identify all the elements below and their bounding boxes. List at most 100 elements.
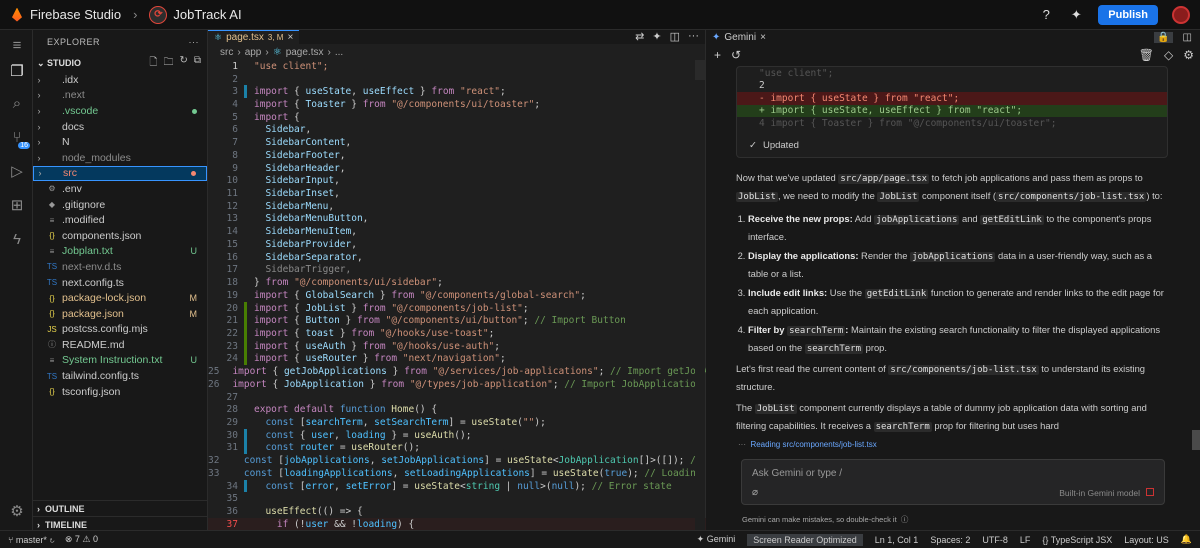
code-line[interactable]: 33 const [loadingApplications, setLoadin… xyxy=(208,467,706,480)
code-line[interactable]: 23 import { useAuth } from "@/hooks/use-a… xyxy=(208,339,706,353)
more-actions-icon[interactable]: ··· xyxy=(189,37,200,47)
project-logo-icon[interactable]: ⟳ xyxy=(149,5,168,24)
split-panel-icon[interactable]: ◫ xyxy=(1183,32,1192,43)
outline-section[interactable]: › OUTLINE xyxy=(33,500,208,516)
code-line[interactable]: 37 if (! user && ! loading) { xyxy=(208,517,706,530)
settings-gear-icon[interactable]: ⚙ xyxy=(8,502,26,520)
code-line[interactable]: 6 Sidebar, xyxy=(208,124,706,137)
branch-status[interactable]: ⑂ master* ↻ xyxy=(8,535,55,545)
info-icon[interactable]: ⓘ xyxy=(899,515,909,524)
code-line[interactable]: 10 SidebarInput, xyxy=(208,174,706,187)
more-actions-icon[interactable]: ··· xyxy=(688,30,699,43)
code-line[interactable]: 27 xyxy=(208,391,706,404)
new-chat-icon[interactable]: + xyxy=(714,48,721,62)
tree-item[interactable]: {} tsconfig.json xyxy=(33,384,207,400)
code-line[interactable]: 11 SidebarInset, xyxy=(208,187,706,200)
code-line[interactable]: 25 import { getJobApplications } from "@/… xyxy=(208,365,706,378)
code-line[interactable]: 32 const [jobApplications, setJobApplica… xyxy=(208,454,706,467)
code-line[interactable]: 35 xyxy=(208,492,706,505)
magic-wand-icon[interactable]: ✦ xyxy=(1068,7,1084,23)
breadcrumb-item[interactable]: ... xyxy=(335,47,343,58)
settings-gear-icon[interactable]: ⚙ xyxy=(1183,48,1194,62)
end-of-line[interactable]: LF xyxy=(1020,535,1031,545)
split-editor-icon[interactable]: ◫ xyxy=(670,30,680,43)
new-folder-icon[interactable]: 🗀 xyxy=(163,55,173,72)
editor-scrollbar[interactable] xyxy=(695,60,705,530)
tree-item[interactable]: › .next xyxy=(33,88,207,104)
code-line[interactable]: 30 const { user, loading } = useAuth (); xyxy=(208,428,706,442)
keyboard-layout[interactable]: Layout: US xyxy=(1124,535,1169,545)
feedback-icon[interactable]: ◇ xyxy=(1164,48,1173,62)
notifications-icon[interactable]: 🔔 xyxy=(1181,534,1192,545)
indentation[interactable]: Spaces: 2 xyxy=(930,535,970,545)
tree-item[interactable]: TS next-env.d.ts xyxy=(33,259,207,275)
trash-icon[interactable]: 🗑 xyxy=(1139,48,1154,62)
help-icon[interactable]: ? xyxy=(1038,7,1054,23)
collapse-all-icon[interactable]: ⧉ xyxy=(194,55,201,72)
scrollbar-thumb[interactable] xyxy=(695,60,705,80)
publish-button[interactable]: Publish xyxy=(1098,4,1158,25)
code-line[interactable]: 36 useEffect(() => { xyxy=(208,505,706,518)
code-line[interactable]: 21 import { Button } from "@/components/u… xyxy=(208,314,706,328)
tree-item[interactable]: › .vscode xyxy=(33,103,207,119)
tree-item[interactable]: ≡ Jobplan.txt U xyxy=(33,244,207,260)
tree-item[interactable]: ≡ .modified xyxy=(33,212,207,228)
panel-scrollbar[interactable] xyxy=(1192,430,1200,450)
code-line[interactable]: 18} from "@/components/ui/sidebar"; xyxy=(208,276,706,289)
tab-page-tsx[interactable]: ⚛ page.tsx 3, M × xyxy=(208,30,300,44)
avatar[interactable] xyxy=(1172,5,1190,24)
tree-item[interactable]: ⚙ .env xyxy=(33,181,207,197)
compare-changes-icon[interactable]: ⇄ xyxy=(635,30,644,43)
code-line[interactable]: 24 import { useRouter } from "next/naviga… xyxy=(208,352,706,366)
code-line[interactable]: 14 SidebarMenuItem, xyxy=(208,225,706,238)
code-line[interactable]: 20 import { JobList } from "@/components/… xyxy=(208,301,706,315)
tree-item[interactable]: TS next.config.ts xyxy=(33,275,207,291)
workspace-section-header[interactable]: ⌄ STUDIO 🗋 🗀 ↻ ⧉ xyxy=(33,54,207,72)
model-selector[interactable]: Built-in Gemini model xyxy=(1059,488,1140,498)
refresh-icon[interactable]: ↻ xyxy=(179,55,187,72)
code-line[interactable]: 12 SidebarMenu, xyxy=(208,200,706,213)
breadcrumb-item[interactable]: src xyxy=(220,47,233,58)
gemini-status[interactable]: ✦ Gemini xyxy=(697,534,736,545)
code-line[interactable]: 15 SidebarProvider, xyxy=(208,238,706,251)
stop-icon[interactable] xyxy=(1146,488,1154,496)
code-line[interactable]: 5 import { xyxy=(208,111,706,124)
tree-item[interactable]: › src xyxy=(33,165,207,182)
run-debug-icon[interactable]: ▷ xyxy=(8,162,26,180)
lock-icon[interactable]: 🔒 xyxy=(1154,31,1173,43)
tab-gemini[interactable]: ✦ Gemini × xyxy=(712,32,766,43)
search-icon[interactable]: ⌕ xyxy=(8,94,26,112)
menu-icon[interactable]: ≡ xyxy=(8,36,26,54)
code-line[interactable]: 2 xyxy=(208,73,706,86)
encoding[interactable]: UTF-8 xyxy=(982,535,1008,545)
close-icon[interactable]: × xyxy=(760,32,766,43)
tree-item[interactable]: › docs xyxy=(33,119,207,135)
source-control-icon[interactable]: ⑂ 16 xyxy=(8,128,30,149)
tree-item[interactable]: {} components.json xyxy=(33,228,207,244)
tree-item[interactable]: {} package.json M xyxy=(33,306,207,322)
language-mode[interactable]: {} TypeScript JSX xyxy=(1042,535,1112,545)
close-icon[interactable]: × xyxy=(287,32,293,43)
project-name[interactable]: JobTrack AI xyxy=(173,7,241,22)
code-line[interactable]: 8 SidebarFooter, xyxy=(208,149,706,162)
tree-item[interactable]: ◆ .gitignore xyxy=(33,197,207,213)
code-line[interactable]: 28 export default function Home() { xyxy=(208,403,706,416)
new-file-icon[interactable]: 🗋 xyxy=(149,55,157,72)
code-line[interactable]: 4 import { Toaster } from "@/components/u… xyxy=(208,98,706,111)
cursor-position[interactable]: Ln 1, Col 1 xyxy=(875,535,919,545)
screen-reader-status[interactable]: Screen Reader Optimized xyxy=(747,533,863,546)
breadcrumb-item[interactable]: page.tsx xyxy=(286,47,324,58)
code-area[interactable]: 1 "use client"; 2 3 import { useState, useEf… xyxy=(208,60,706,530)
problems-status[interactable]: ⊗ 7 ⚠ 0 xyxy=(65,534,98,545)
code-line[interactable]: 9 SidebarHeader, xyxy=(208,162,706,175)
code-line[interactable]: 3 import { useState, useEffect } from "re… xyxy=(208,85,706,99)
tree-item[interactable]: TS tailwind.config.ts xyxy=(33,368,207,384)
code-line[interactable]: 16 SidebarSeparator, xyxy=(208,251,706,264)
code-line[interactable]: 34 const [error, setError] = useState < st… xyxy=(208,479,706,493)
sparkle-icon[interactable]: ✦ xyxy=(652,30,661,43)
tree-item[interactable]: › node_modules xyxy=(33,150,207,166)
history-icon[interactable]: ↺ xyxy=(731,48,741,62)
tree-item[interactable]: JS postcss.config.mjs xyxy=(33,322,207,338)
code-line[interactable]: 31 const router = useRouter (); xyxy=(208,441,706,455)
extensions-icon[interactable]: ⊞ xyxy=(8,196,26,214)
